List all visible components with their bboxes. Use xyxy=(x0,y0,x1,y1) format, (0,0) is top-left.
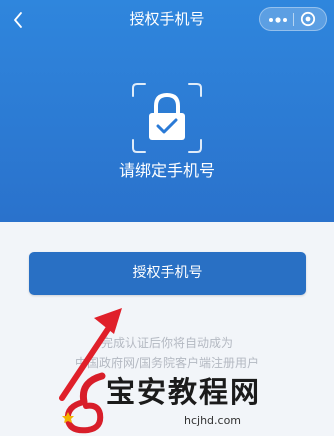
watermark-title: 宝安教程网 xyxy=(106,375,262,409)
site-watermark: 宝安教程网 hcjhd.com xyxy=(60,372,334,436)
more-button[interactable] xyxy=(267,12,289,26)
close-button[interactable] xyxy=(299,11,317,27)
hero-banner: 授权手机号 请绑定手机号 xyxy=(0,0,334,222)
navigation-bar: 授权手机号 xyxy=(0,0,334,40)
lock-check-icon xyxy=(131,82,203,154)
capsule-divider xyxy=(293,13,294,26)
bind-phone-prompt: 请绑定手机号 xyxy=(118,161,215,180)
watermark-logo-icon xyxy=(62,372,106,434)
watermark-url: hcjhd.com xyxy=(184,414,242,427)
more-dots-icon xyxy=(269,17,287,23)
miniprogram-capsule xyxy=(259,7,327,31)
authorize-phone-button[interactable]: 授权手机号 xyxy=(29,252,306,295)
close-ring-icon xyxy=(300,11,316,27)
